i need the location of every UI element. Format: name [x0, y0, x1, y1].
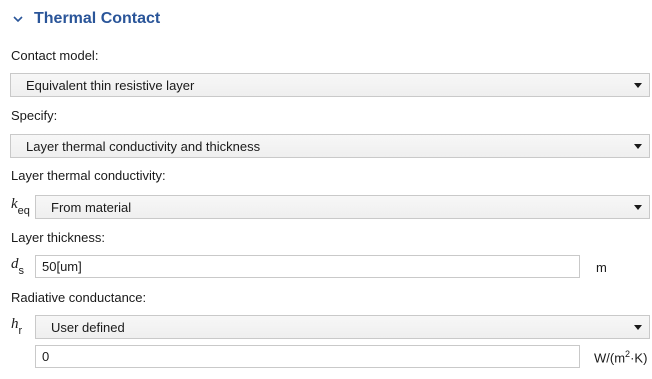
layer-conductivity-select[interactable]: From material [35, 195, 650, 219]
radiative-conductance-unit: W/(m2·K) [594, 349, 648, 366]
radiative-conductance-label: Radiative conductance: [11, 290, 147, 305]
specify-select[interactable]: Layer thermal conductivity and thickness [10, 134, 650, 158]
layer-thickness-label: Layer thickness: [11, 230, 105, 245]
specify-value: Layer thermal conductivity and thickness [26, 139, 261, 154]
dropdown-arrow-icon [634, 83, 642, 88]
radiative-conductance-input[interactable]: 0 [35, 345, 580, 368]
k-eq-symbol: keq [11, 196, 30, 217]
dropdown-arrow-icon [634, 144, 642, 149]
d-s-symbol: ds [11, 256, 24, 277]
section-header-thermal-contact[interactable]: Thermal Contact [0, 0, 652, 40]
h-r-symbol: hr [11, 316, 23, 337]
chevron-down-icon[interactable] [12, 13, 24, 25]
contact-model-value: Equivalent thin resistive layer [26, 78, 195, 93]
layer-conductivity-value: From material [51, 200, 132, 215]
layer-conductivity-label: Layer thermal conductivity: [11, 168, 166, 183]
radiative-conductance-value: User defined [51, 320, 125, 335]
layer-thickness-input[interactable]: 50[um] [35, 255, 580, 278]
contact-model-label: Contact model: [11, 48, 99, 63]
layer-thickness-unit: m [596, 260, 607, 275]
radiative-conductance-select[interactable]: User defined [35, 315, 650, 339]
dropdown-arrow-icon [634, 325, 642, 330]
layer-thickness-value: 50[um] [42, 259, 82, 274]
contact-model-select[interactable]: Equivalent thin resistive layer [10, 73, 650, 97]
dropdown-arrow-icon [634, 205, 642, 210]
specify-label: Specify: [11, 108, 58, 123]
radiative-conductance-input-value: 0 [42, 349, 50, 364]
section-title: Thermal Contact [34, 10, 161, 27]
